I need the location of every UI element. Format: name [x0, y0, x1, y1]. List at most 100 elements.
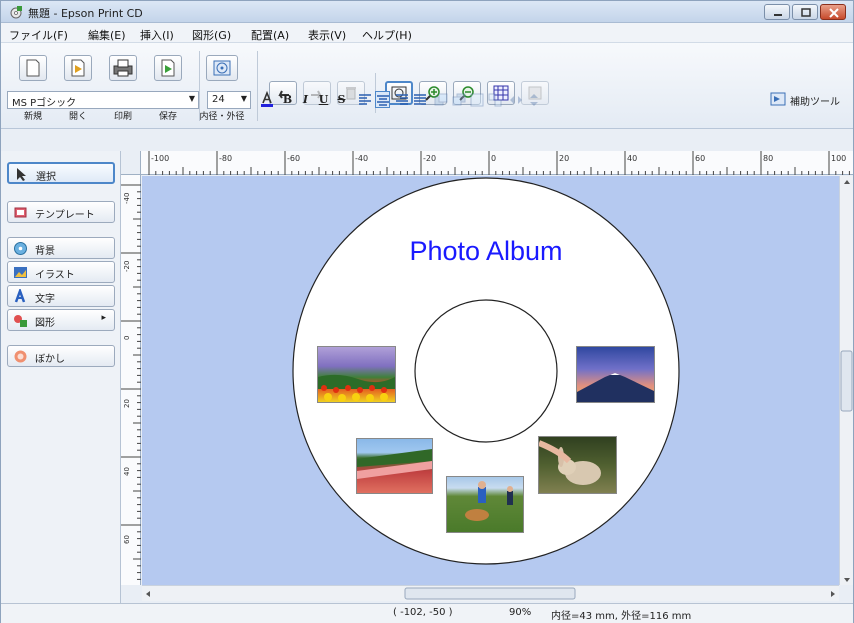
blur-button[interactable]: ぼかし [7, 345, 115, 367]
align-center-button[interactable] [375, 91, 390, 108]
align-right-button[interactable] [394, 91, 409, 108]
cursor-arrow-icon [17, 168, 26, 181]
aux-tool-button[interactable]: 補助ツール [768, 90, 852, 109]
open-button[interactable] [64, 55, 92, 81]
vertical-scrollbar[interactable] [839, 176, 853, 585]
app-window: 無題 - Epson Print CD ファイル(F) 編集(E) 挿入(I) … [0, 0, 854, 623]
ruler-label: 60 [123, 535, 131, 544]
ruler-label: -80 [219, 154, 232, 163]
menu-view[interactable]: 表示(V) [308, 27, 346, 43]
diameter-label: 内径・外径 [199, 112, 245, 122]
ruler-label: 80 [763, 154, 773, 163]
save-icon [161, 59, 175, 77]
new-button[interactable] [19, 55, 47, 81]
justify-icon [413, 94, 426, 105]
horizontal-scrollbar[interactable] [142, 585, 839, 601]
flip-horizontal-button[interactable] [508, 91, 523, 108]
template-button[interactable]: テンプレート [7, 201, 115, 223]
ruler-label: 0 [123, 336, 131, 340]
toolbar-separator [199, 51, 200, 121]
select-tool-button[interactable]: 選択 [7, 162, 115, 184]
title-bar: 無題 - Epson Print CD [1, 1, 853, 23]
open-label: 開く [68, 112, 87, 122]
flip-vertical-icon [529, 94, 538, 106]
flower-field-image [318, 374, 395, 402]
menu-edit[interactable]: 編集(E) [88, 27, 126, 43]
illustration-icon [14, 267, 27, 278]
status-bar: ( -102, -50 ) 90% 内径=43 mm, 外径=116 mm [1, 603, 853, 623]
maximize-icon [801, 8, 811, 17]
zoom-level: 90% [509, 607, 532, 618]
boy-dog-image [465, 481, 513, 521]
ungroup-button[interactable] [487, 91, 502, 108]
ruler-label: -40 [355, 154, 368, 163]
align-left-button[interactable] [357, 91, 372, 108]
flip-vertical-button[interactable] [526, 91, 541, 108]
group-button[interactable] [469, 91, 484, 108]
text-icon [14, 289, 26, 303]
horizontal-scrollbar-track [146, 587, 835, 600]
text-label: 文字 [35, 294, 55, 305]
close-icon [829, 8, 839, 18]
close-button[interactable] [820, 4, 846, 20]
bring-front-icon [434, 93, 447, 106]
cursor-coords: ( -102, -50 ) [393, 607, 453, 618]
horizontal-ruler-ticks: -100 -80 -60 -40 -20 0 20 40 60 80 100 [148, 151, 850, 175]
window-title: 無題 - Epson Print CD [28, 7, 143, 20]
menu-shape[interactable]: 図形(G) [192, 27, 231, 43]
design-canvas[interactable]: Photo Album [142, 176, 839, 585]
font-size-select[interactable]: 24 ▼ [207, 91, 251, 109]
ruler-label: -20 [123, 261, 131, 272]
save-button[interactable] [154, 55, 182, 81]
menu-help[interactable]: ヘルプ(H) [362, 27, 412, 43]
strikethrough-button[interactable]: S [334, 91, 349, 108]
photo-boy-dog[interactable] [446, 476, 524, 533]
photo-flower-field[interactable] [317, 346, 396, 403]
diameter-button[interactable] [206, 55, 238, 81]
font-value: MS Pゴシック [12, 98, 77, 109]
diameter-icon [213, 60, 231, 76]
background-button[interactable]: 背景 [7, 237, 115, 259]
cd-inner-hole [414, 299, 558, 443]
open-icon [71, 59, 85, 77]
shape-icon [14, 315, 27, 327]
sunset-mountain-image [577, 373, 654, 402]
menu-insert[interactable]: 挿入(I) [140, 27, 174, 43]
send-back-icon [452, 93, 465, 106]
tulip-field-image [357, 449, 432, 479]
disc-title[interactable]: Photo Album [386, 236, 586, 267]
bold-button[interactable]: B [280, 91, 295, 108]
vertical-scrollbar-track [840, 180, 853, 582]
arrange-front-button[interactable] [433, 91, 448, 108]
printer-icon [113, 59, 133, 77]
minimize-button[interactable] [764, 4, 790, 20]
blur-icon [14, 350, 27, 363]
new-document-icon [26, 59, 40, 77]
font-size-value: 24 [212, 94, 225, 105]
underline-button[interactable]: U [316, 91, 331, 108]
illustration-button[interactable]: イラスト [7, 261, 115, 283]
ruler-label: -20 [423, 154, 436, 163]
photo-sunset-mountain[interactable] [576, 346, 655, 403]
text-button[interactable]: 文字 [7, 285, 115, 307]
font-color-icon [260, 90, 273, 107]
photo-rabbit[interactable] [537, 436, 617, 494]
vertical-ruler: -40 -20 0 20 40 60 [121, 175, 141, 585]
blur-label: ぼかし [35, 354, 65, 365]
menu-arrange[interactable]: 配置(A) [251, 27, 289, 43]
font-color-button[interactable] [259, 90, 274, 108]
photo-tulip-field[interactable] [356, 438, 433, 494]
maximize-button[interactable] [792, 4, 818, 20]
arrange-back-button[interactable] [451, 91, 466, 108]
justify-button[interactable] [412, 91, 427, 108]
ruler-label: -60 [287, 154, 300, 163]
select-tool-label: 選択 [36, 172, 56, 183]
align-right-icon [395, 94, 408, 105]
rabbit-image [537, 440, 601, 485]
shape-button[interactable]: 図形 ▸ [7, 309, 115, 331]
menu-file[interactable]: ファイル(F) [9, 27, 68, 43]
font-select[interactable]: MS Pゴシック ▼ [7, 91, 199, 109]
print-button[interactable] [109, 55, 137, 81]
ruler-label: 20 [123, 399, 131, 408]
italic-button[interactable]: I [298, 91, 313, 108]
